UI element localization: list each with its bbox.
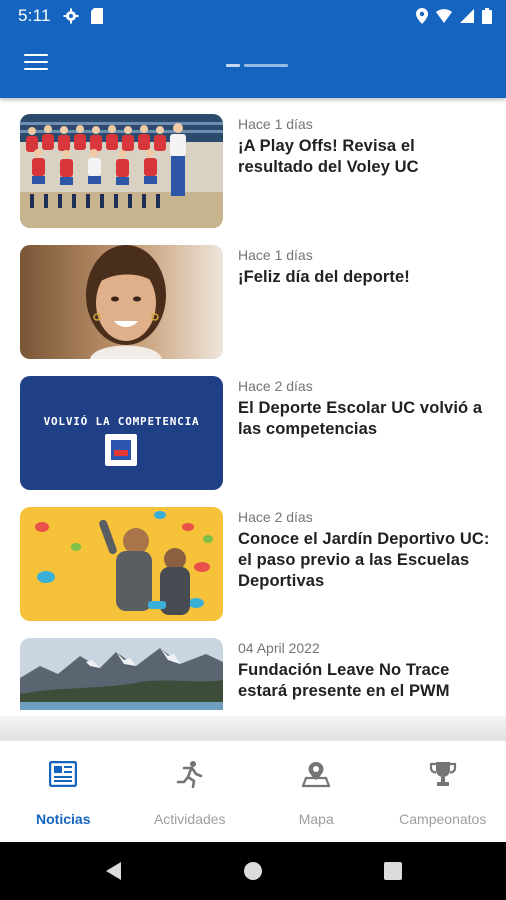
hamburger-menu-icon[interactable] xyxy=(24,54,48,74)
news-feed[interactable]: Hace 1 días ¡A Play Offs! Revisa el resu… xyxy=(0,98,506,710)
news-item[interactable]: Hace 1 días ¡Feliz día del deporte! xyxy=(20,245,490,359)
news-date: Hace 2 días xyxy=(238,378,313,394)
news-item[interactable]: Hace 2 días Conoce el Jardín Deportivo U… xyxy=(20,507,490,621)
nav-tab-campeonatos[interactable]: Campeonatos xyxy=(380,741,506,842)
nav-tab-noticias[interactable]: Noticias xyxy=(0,741,127,842)
news-title: ¡Feliz día del deporte! xyxy=(238,268,410,286)
news-date: 04 April 2022 xyxy=(238,640,320,656)
news-date: Hace 1 días xyxy=(238,247,313,263)
news-item[interactable]: 04 April 2022 Fundación Leave No Trace e… xyxy=(20,638,490,710)
sd-card-icon xyxy=(90,8,103,24)
nav-label: Noticias xyxy=(36,811,91,827)
news-title: Fundación Leave No Trace estará presente… xyxy=(238,661,450,700)
settings-gear-icon xyxy=(63,8,79,24)
bottom-navigation: Noticias Actividades Mapa Campeonatos xyxy=(0,740,506,842)
news-title: El Deporte Escolar UC volvió a las compe… xyxy=(238,399,483,438)
thumbnail-caption: VOLVIÓ LA COMPETENCIA xyxy=(43,415,200,428)
news-thumbnail-climbing-kids xyxy=(20,507,223,621)
trophy-icon xyxy=(428,759,458,789)
news-item[interactable]: Hace 1 días ¡A Play Offs! Revisa el resu… xyxy=(20,114,490,228)
recents-icon[interactable] xyxy=(373,851,413,891)
app-bar xyxy=(0,32,506,98)
map-pin-icon xyxy=(301,759,331,789)
nav-tab-actividades[interactable]: Actividades xyxy=(127,741,254,842)
nav-tab-mapa[interactable]: Mapa xyxy=(253,741,380,842)
running-icon xyxy=(175,759,205,789)
news-item[interactable]: VOLVIÓ LA COMPETENCIA Hace 2 días El Dep… xyxy=(20,376,490,490)
home-icon[interactable] xyxy=(233,851,273,891)
bottom-nav-shadow xyxy=(0,716,506,740)
newspaper-icon xyxy=(48,759,78,789)
nav-label: Campeonatos xyxy=(399,811,487,827)
news-date: Hace 2 días xyxy=(238,509,313,525)
system-navigation-bar xyxy=(0,842,506,900)
status-bar: 5:11 xyxy=(0,0,506,32)
news-thumbnail-mountains xyxy=(20,638,223,710)
app-logo xyxy=(226,59,300,71)
status-time: 5:11 xyxy=(18,6,51,25)
news-thumbnail-smiling-woman xyxy=(20,245,223,359)
news-thumbnail-competencia: VOLVIÓ LA COMPETENCIA xyxy=(20,376,223,490)
news-thumbnail-volleyball-team xyxy=(20,114,223,228)
wifi-icon xyxy=(436,9,452,23)
back-icon[interactable] xyxy=(93,851,133,891)
nav-label: Mapa xyxy=(298,811,334,827)
news-title: ¡A Play Offs! Revisa el resultado del Vo… xyxy=(238,137,419,176)
news-date: Hace 1 días xyxy=(238,116,313,132)
nav-label: Actividades xyxy=(153,811,226,827)
signal-icon xyxy=(460,9,474,23)
battery-icon xyxy=(482,8,492,24)
location-pin-icon xyxy=(416,8,428,24)
deporte-escolar-logo xyxy=(105,434,137,466)
news-title: Conoce el Jardín Deportivo UC: el paso p… xyxy=(238,530,490,590)
